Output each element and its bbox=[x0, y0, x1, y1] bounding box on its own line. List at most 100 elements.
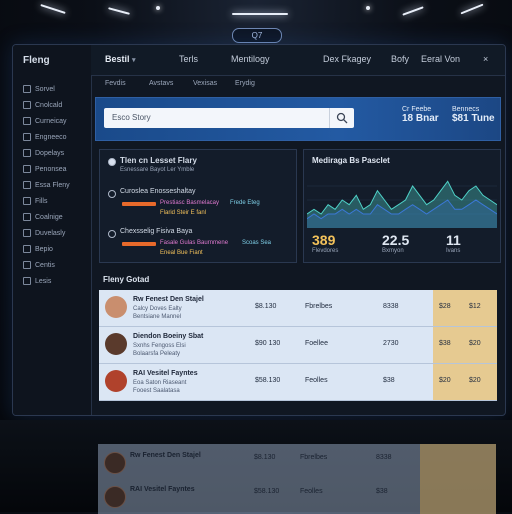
alert-title: Chexsselig Fisiva Baya bbox=[120, 228, 193, 235]
avatar bbox=[105, 333, 127, 355]
tab[interactable]: Eeral Von bbox=[421, 54, 460, 64]
row-name: Diendon Boeiny Sbat bbox=[133, 333, 204, 340]
sidebar-item[interactable]: Cnolcald bbox=[23, 101, 62, 109]
alert-title: Curoslea Enosseshaltay bbox=[120, 188, 196, 195]
row-name: RAI Vesitel Fayntes bbox=[133, 370, 198, 377]
panel-title: Tlen cn Lesset Flary bbox=[120, 156, 197, 165]
sidebar-item[interactable]: Sorvel bbox=[23, 85, 55, 93]
search-input[interactable]: Esco Story bbox=[104, 108, 354, 128]
menu-item-icon bbox=[23, 261, 31, 269]
table-row[interactable]: Diendon Boeiny Sbat Sxnhs Fengoss Elsi B… bbox=[99, 327, 497, 364]
sidebar-item-label: Essa Fleny bbox=[35, 181, 70, 189]
hero-stat-value: $81 Tune bbox=[452, 113, 495, 124]
subtab[interactable]: Fevdis bbox=[105, 80, 126, 87]
metric: 22.5 Bxmyon bbox=[382, 232, 409, 254]
sidebar: Fleng Sorvel Cnolcald Curneicay Engneeco… bbox=[13, 45, 92, 415]
sidebar-item[interactable]: Duvelasly bbox=[23, 229, 65, 237]
sidebar-item-label: Fills bbox=[35, 197, 48, 205]
ceiling-light bbox=[40, 4, 66, 14]
sidebar-item[interactable]: Bepio bbox=[23, 245, 53, 253]
radio-icon[interactable] bbox=[108, 230, 116, 238]
menu-item-icon bbox=[23, 197, 31, 205]
cell: $58.130 bbox=[255, 377, 281, 384]
sub-nav: Fevdis Avstavs Vexisas Erydig bbox=[91, 75, 505, 97]
avatar bbox=[104, 452, 126, 474]
alert-chip: Frede Eteg bbox=[230, 200, 260, 206]
app-brand: Fleng bbox=[23, 55, 50, 66]
reflected-cell: 8338 bbox=[376, 454, 392, 461]
menu-item-icon bbox=[23, 245, 31, 253]
cell: $20 bbox=[439, 377, 451, 384]
metric: 11 Ivans bbox=[446, 232, 461, 254]
avatar bbox=[104, 486, 126, 508]
metrics-panel: Mediraga Bs Pasclet 389 Flevdores 22.5 B… bbox=[303, 149, 501, 263]
table-row[interactable]: RAI Vesitel Fayntes Eoa Saton Riaseant F… bbox=[99, 364, 497, 401]
sidebar-item-label: Duvelasly bbox=[35, 229, 66, 237]
cell: Feolles bbox=[305, 377, 328, 384]
menu-item-icon bbox=[23, 213, 31, 221]
menu-item-icon bbox=[23, 165, 31, 173]
close-icon[interactable]: × bbox=[483, 54, 488, 64]
reflected-highlight bbox=[420, 444, 496, 514]
search-input-text: Esco Story bbox=[112, 113, 151, 122]
ceiling-light bbox=[108, 7, 130, 15]
sidebar-item[interactable]: Dopelays bbox=[23, 149, 64, 157]
sidebar-item[interactable]: Engneeco bbox=[23, 133, 67, 141]
cell: $28 bbox=[439, 303, 451, 310]
ceiling-light bbox=[460, 3, 484, 15]
metric-value: 11 bbox=[446, 232, 461, 248]
alert-chip: Flarid Steir E fanl bbox=[160, 210, 207, 216]
sidebar-item[interactable]: Curneicay bbox=[23, 117, 67, 125]
tab-label: Bestil bbox=[105, 54, 130, 64]
menu-item-icon bbox=[23, 149, 31, 157]
metrics-chart bbox=[307, 180, 497, 228]
radio-icon[interactable] bbox=[108, 190, 116, 198]
subtab[interactable]: Erydig bbox=[235, 80, 255, 87]
alert-chip: Fasale Gulas Baurnmene bbox=[160, 240, 229, 246]
reflected-cell: $8.130 bbox=[254, 454, 276, 461]
tab[interactable]: Mentilogy bbox=[231, 54, 270, 64]
cell: 8338 bbox=[383, 303, 399, 310]
metric-label: Ivans bbox=[446, 248, 461, 254]
sidebar-item-label: Bepio bbox=[35, 245, 53, 253]
sidebar-item[interactable]: Lesis bbox=[23, 277, 51, 285]
panel-title: Mediraga Bs Pasclet bbox=[312, 156, 390, 165]
metric-label: Bxmyon bbox=[382, 248, 404, 254]
search-button[interactable] bbox=[329, 108, 354, 128]
alert-chip: Eneal Bue Fiant bbox=[160, 250, 203, 256]
subtab[interactable]: Avstavs bbox=[149, 80, 173, 87]
tab-main[interactable]: Bestil ▾ bbox=[105, 54, 136, 64]
sidebar-item-label: Cnolcald bbox=[35, 101, 63, 109]
tab[interactable]: Terls bbox=[179, 54, 198, 64]
sidebar-item[interactable]: Centis bbox=[23, 261, 55, 269]
reflected-row-name: RAI Vesitel Fayntes bbox=[130, 486, 195, 493]
cell: $38 bbox=[383, 377, 395, 384]
table-row[interactable]: Rw Fenest Den Stajel Calcy Doves Ealty B… bbox=[99, 290, 497, 327]
cell: $8.130 bbox=[255, 303, 277, 310]
radio-selected-icon[interactable] bbox=[108, 158, 116, 166]
cell: $20 bbox=[469, 377, 481, 384]
hero-stat-value: 18 Bnar bbox=[402, 113, 439, 124]
sidebar-item-label: Dopelays bbox=[35, 149, 65, 157]
hero-banner: Esco Story Cr Feebe 18 Bnar Bennecs $81 … bbox=[95, 97, 501, 141]
sidebar-item[interactable]: Coalnige bbox=[23, 213, 63, 221]
hero-stat: Cr Feebe 18 Bnar bbox=[402, 106, 439, 124]
cell: Fbrelbes bbox=[305, 303, 333, 310]
sidebar-item-label: Penonsea bbox=[35, 165, 67, 173]
row-sub: Bentsiane Mannel bbox=[133, 314, 182, 320]
subtab[interactable]: Vexisas bbox=[193, 80, 217, 87]
cell: $12 bbox=[469, 303, 481, 310]
alert-chip: Prestiasc Basmelacay bbox=[160, 200, 220, 206]
cell: $90 130 bbox=[255, 340, 281, 347]
sidebar-item[interactable]: Fills bbox=[23, 197, 47, 205]
sidebar-item[interactable]: Essa Fleny bbox=[23, 181, 70, 189]
row-sub: Eoa Saton Riaseant bbox=[133, 380, 187, 386]
menu-item-icon bbox=[23, 133, 31, 141]
metric: 389 Flevdores bbox=[312, 232, 338, 254]
cell: Foellee bbox=[305, 340, 328, 347]
alerts-panel: Tlen cn Lesset Flary Esnessare Bayot Ler… bbox=[99, 149, 297, 263]
sidebar-item-label: Engneeco bbox=[35, 133, 67, 141]
sidebar-item[interactable]: Penonsea bbox=[23, 165, 67, 173]
tab[interactable]: Bofy bbox=[391, 54, 409, 64]
tab[interactable]: Dex Fkagey bbox=[323, 54, 371, 64]
